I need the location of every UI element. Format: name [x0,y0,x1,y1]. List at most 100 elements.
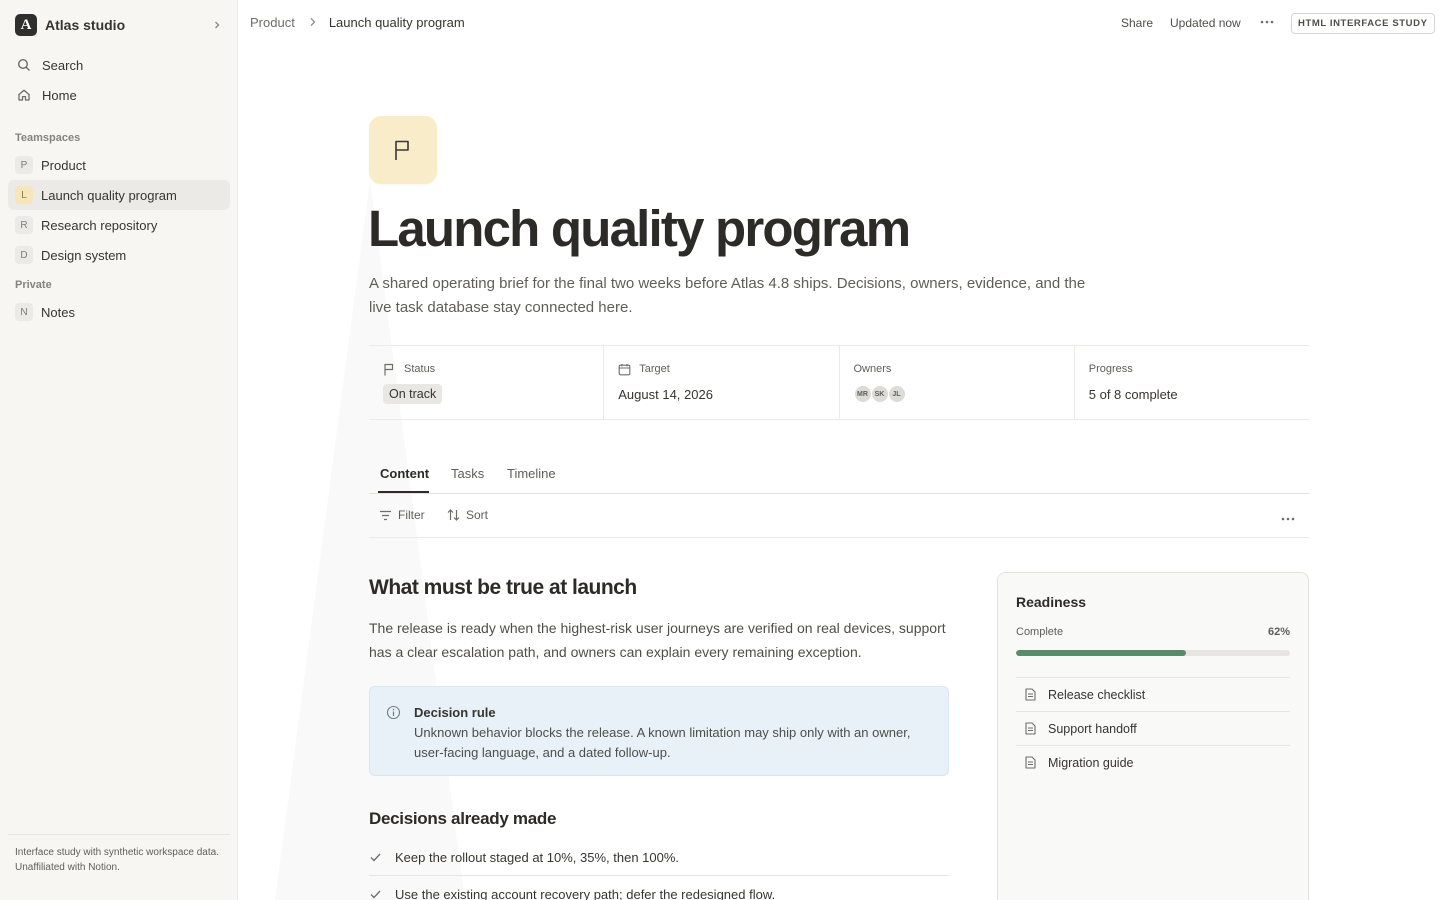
more-options-icon[interactable] [1281,508,1295,526]
readiness-complete-label: Complete [1016,626,1064,638]
filter-button[interactable]: Filter [379,508,425,522]
workspace-name: Atlas studio [45,17,126,33]
flag-icon [383,362,397,376]
share-button[interactable]: Share [1121,16,1153,30]
sort-button[interactable]: Sort [447,508,488,522]
tab-tasks[interactable]: Tasks [451,466,484,481]
list-item[interactable]: Use the existing account recovery path; … [369,876,949,900]
property-owners[interactable]: Owners MR SK JL [840,346,1075,419]
workspace-logo: A [15,14,37,36]
sidebar-footer: Interface study with synthetic workspace… [8,834,230,875]
property-target[interactable]: Target August 14, 2026 [604,346,840,419]
decision-rule-callout[interactable]: Decision rule Unknown behavior blocks th… [369,686,949,776]
filter-icon [379,510,392,521]
sidebar-item-label: Launch quality program [41,187,177,203]
sidebar-item-label: Product [41,157,86,173]
view-toolbar: Filter Sort [369,494,1309,538]
sidebar-item-design-system[interactable]: D Design system [8,240,230,270]
link-release-checklist[interactable]: Release checklist [1016,677,1290,711]
callout-title: Decision rule [414,705,496,720]
property-label: Status [404,363,436,375]
readiness-title: Readiness [1016,594,1087,610]
teamspaces-heading: Teamspaces [15,132,81,144]
sidebar: A Atlas studio Search Home Teamspaces P … [0,0,238,900]
document-icon [1025,722,1039,735]
sidebar-item-notes[interactable]: N Notes [8,297,230,327]
calendar-icon [618,362,632,376]
sidebar-search-label: Search [42,57,84,73]
sidebar-home-label: Home [42,87,77,103]
avatar[interactable]: MR [853,385,872,403]
readiness-progress-fill [1016,650,1186,656]
footer-disclaimer: Unaffiliated with Notion. [15,861,120,873]
tab-timeline[interactable]: Timeline [507,466,556,481]
decision-text: Keep the rollout staged at 10%, 35%, the… [395,850,680,865]
decisions-heading[interactable]: Decisions already made [369,809,556,829]
more-options-icon[interactable] [1258,13,1276,31]
callout-text: Unknown behavior blocks the release. A k… [414,725,911,760]
property-label: Target [639,363,670,375]
breadcrumb-item-product[interactable]: Product [250,15,295,30]
property-strip: Status On track Target August 14, 2026 O… [369,345,1309,420]
target-date: August 14, 2026 [618,387,713,402]
section-paragraph[interactable]: The release is ready when the highest-ri… [369,616,949,664]
section-heading[interactable]: What must be true at launch [369,576,637,600]
readiness-progress-bar [1016,650,1290,656]
checkmark-icon [370,853,384,862]
link-label: Support handoff [1048,721,1137,736]
document-icon [1025,756,1039,769]
checkmark-icon [370,890,384,899]
page-badge: D [15,246,33,264]
study-badge: HTML INTERFACE STUDY [1291,13,1435,34]
flag-icon[interactable] [369,116,437,184]
page-badge: R [15,216,33,234]
page-description[interactable]: A shared operating brief for the final t… [369,272,1099,320]
sort-label: Sort [466,508,489,522]
sidebar-item-product[interactable]: P Product [8,150,230,180]
status-badge[interactable]: On track [383,384,443,404]
footer-note: Interface study with synthetic workspace… [15,847,219,858]
property-status[interactable]: Status On track [369,346,605,419]
sidebar-item-label: Notes [41,304,75,320]
link-migration-guide[interactable]: Migration guide [1016,745,1290,779]
private-heading: Private [15,279,52,291]
readiness-percent: 62% [1267,626,1290,638]
workspace-switcher[interactable]: A Atlas studio [8,11,230,39]
page-badge: N [15,303,33,321]
sidebar-home[interactable]: Home [8,80,230,110]
list-item[interactable]: Keep the rollout staged at 10%, 35%, the… [369,840,949,876]
page-badge: L [15,186,33,204]
property-label: Owners [853,363,892,375]
property-label: Progress [1088,363,1133,375]
owner-avatars: MR SK JL [853,385,1060,403]
sidebar-item-label: Design system [41,247,127,263]
breadcrumb: Product Launch quality program [250,15,465,30]
sidebar-item-launch-quality-program[interactable]: L Launch quality program [8,180,230,210]
tab-bar: Content Tasks Timeline [369,458,1309,494]
updated-status: Updated now [1170,16,1241,30]
sidebar-search[interactable]: Search [8,50,230,80]
avatar[interactable]: SK [870,385,889,403]
tab-content[interactable]: Content [380,466,429,481]
avatar[interactable]: JL [887,385,906,403]
decision-text: Use the existing account recovery path; … [395,886,776,900]
sidebar-item-label: Research repository [41,217,158,233]
link-support-handoff[interactable]: Support handoff [1016,711,1290,745]
chevron-right-icon [309,16,317,30]
topbar: Product Launch quality program Share Upd… [238,0,1440,46]
filter-label: Filter [398,508,425,522]
readiness-panel: Readiness Complete 62% Release checklist… [997,572,1309,900]
progress-value: 5 of 8 complete [1088,387,1178,402]
chevron-right-icon[interactable] [212,18,222,33]
link-label: Release checklist [1048,687,1146,702]
page-title[interactable]: Launch quality program [368,199,911,258]
link-label: Migration guide [1048,755,1134,770]
home-icon [16,87,32,103]
active-tab-indicator [378,491,429,493]
search-icon [16,57,32,73]
info-icon [386,705,401,725]
sort-icon [447,509,460,521]
breadcrumb-item-current[interactable]: Launch quality program [329,15,465,30]
sidebar-item-research-repository[interactable]: R Research repository [8,210,230,240]
property-progress[interactable]: Progress 5 of 8 complete [1075,346,1309,419]
